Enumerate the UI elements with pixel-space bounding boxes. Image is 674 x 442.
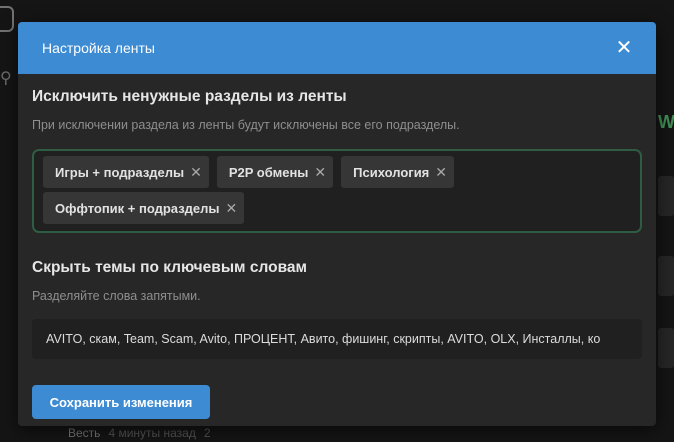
excluded-section-tag: Оффтопик + подразделы ✕ xyxy=(43,192,245,224)
modal-header: Настройка ленты ✕ xyxy=(18,22,656,74)
thread-time: 4 минуты назад xyxy=(108,426,196,440)
thread-count: 2 xyxy=(203,426,211,440)
remove-tag-icon[interactable]: ✕ xyxy=(314,164,326,181)
exclude-sections-description: При исключении раздела из ленты будут ис… xyxy=(32,118,460,132)
keywords-input[interactable] xyxy=(32,319,642,359)
home-icon xyxy=(0,6,14,32)
background-thread-meta: Весть 4 минуты назад 2 xyxy=(68,426,211,440)
remove-tag-icon[interactable]: ✕ xyxy=(190,164,202,181)
tag-label: P2P обмены xyxy=(228,164,309,180)
exclude-sections-heading: Исключить ненужные разделы из ленты xyxy=(32,88,347,105)
tag-label: Психология xyxy=(353,164,430,180)
save-changes-button[interactable]: Сохранить изменения xyxy=(32,385,210,419)
modal-body: Исключить ненужные разделы из ленты При … xyxy=(18,74,656,419)
close-icon[interactable]: ✕ xyxy=(614,38,634,58)
excluded-sections-tag-input[interactable]: Игры + подразделы ✕ P2P обмены ✕ Психология ✕… xyxy=(32,149,642,233)
tag-label: Игры + подразделы xyxy=(55,164,185,180)
excluded-section-tag: P2P обмены ✕ xyxy=(216,156,334,188)
tag-label: Оффтопик + подразделы xyxy=(55,200,220,216)
modal-title: Настройка ленты xyxy=(42,40,155,56)
excluded-section-tag: Психология ✕ xyxy=(341,156,454,188)
thread-author[interactable]: Весть xyxy=(68,426,100,440)
search-icon: ⚲ xyxy=(0,70,12,87)
excluded-section-tag: Игры + подразделы ✕ xyxy=(43,156,209,188)
remove-tag-icon[interactable]: ✕ xyxy=(226,200,238,217)
background-thumbnail xyxy=(658,256,674,296)
background-letter: W xyxy=(658,112,674,132)
feed-settings-modal: Настройка ленты ✕ Исключить ненужные раз… xyxy=(18,22,656,426)
hide-keywords-description: Разделяйте слова запятыми. xyxy=(32,289,201,303)
hide-keywords-heading: Скрыть темы по ключевым словам xyxy=(32,259,307,276)
remove-tag-icon[interactable]: ✕ xyxy=(435,164,447,181)
background-thumbnail xyxy=(658,328,674,368)
background-thumbnail xyxy=(658,176,674,216)
